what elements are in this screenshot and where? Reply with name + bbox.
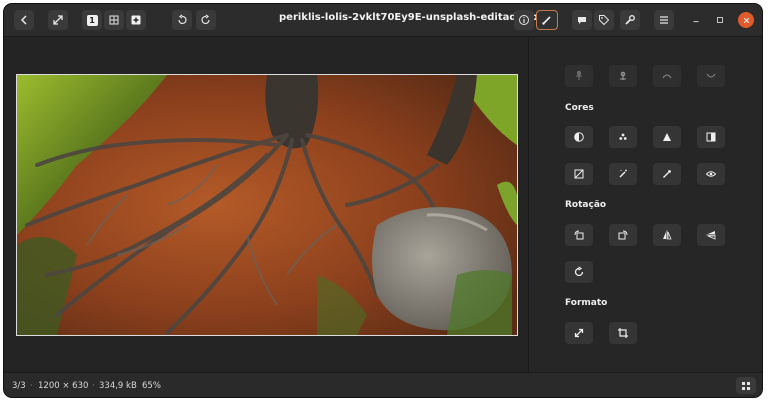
brush-icon xyxy=(542,16,551,25)
sharpen-button[interactable] xyxy=(653,126,681,148)
grid-view-icon xyxy=(742,381,750,390)
close-button[interactable] xyxy=(738,12,754,28)
color-picker-button[interactable] xyxy=(653,163,681,185)
grid-icon xyxy=(109,15,119,25)
rotate-reset-button[interactable] xyxy=(565,261,593,283)
rotate-cw-icon xyxy=(574,266,584,277)
tag-icon xyxy=(599,15,610,26)
info-button[interactable] xyxy=(514,10,534,30)
edit-sidebar: Cores Rotação Formato xyxy=(529,37,762,372)
header-bar: 1 periklis-lolis-2vklt70Ey9E-unsplash-ed… xyxy=(4,4,762,37)
status-bar: 3/3 · 1200 × 630 · 334,9 kB 65% xyxy=(4,372,762,397)
curve-down-icon xyxy=(706,73,716,78)
info-icon xyxy=(519,15,529,25)
tools-button[interactable] xyxy=(620,10,640,30)
flip-horizontal-icon xyxy=(620,71,626,80)
levels-icon xyxy=(706,132,716,142)
rotate-right-tool-icon xyxy=(618,230,628,240)
maximize-button[interactable] xyxy=(712,12,728,28)
red-eye-button[interactable] xyxy=(697,163,725,185)
page-3-button[interactable] xyxy=(126,10,146,30)
saturation-button[interactable] xyxy=(609,126,637,148)
rotate-left-tool-button[interactable] xyxy=(565,224,593,246)
auto-enhance-button[interactable] xyxy=(609,163,637,185)
minimize-button[interactable] xyxy=(688,12,704,28)
section-format: Formato xyxy=(565,298,608,308)
curve-up-button[interactable] xyxy=(653,65,681,87)
section-colors: Cores xyxy=(565,103,594,113)
expand-icon xyxy=(53,15,63,25)
image-canvas[interactable] xyxy=(4,37,528,372)
page-2-button[interactable] xyxy=(104,10,124,30)
rotate-right-button[interactable] xyxy=(196,10,216,30)
back-button[interactable] xyxy=(14,10,34,30)
exposure-button[interactable] xyxy=(565,163,593,185)
resize-button[interactable] xyxy=(565,322,593,344)
mirror-vertical-icon xyxy=(706,231,716,240)
app-window: 1 periklis-lolis-2vklt70Ey9E-unsplash-ed… xyxy=(4,4,762,397)
mirror-horizontal-icon xyxy=(663,230,672,240)
contrast-icon xyxy=(574,132,584,142)
rotate-right-icon xyxy=(201,14,210,24)
rotate-left-tool-icon xyxy=(574,230,584,240)
maximize-icon xyxy=(717,17,723,23)
image-position: 3/3 xyxy=(12,381,26,391)
minimize-icon xyxy=(693,21,699,23)
chevron-left-icon xyxy=(20,15,27,25)
hamburger-icon xyxy=(660,16,668,24)
magic-wand-icon xyxy=(619,169,627,178)
eye-icon xyxy=(705,171,717,177)
zoom-level[interactable]: 65% xyxy=(142,381,161,391)
resize-icon xyxy=(574,328,584,338)
menu-button[interactable] xyxy=(654,10,674,30)
crop-button[interactable] xyxy=(609,322,637,344)
triangle-icon xyxy=(663,133,671,141)
image-dimensions: 1200 × 630 xyxy=(38,381,89,391)
curve-up-icon xyxy=(662,74,672,79)
tag-button[interactable] xyxy=(594,10,614,30)
separator-dot: · xyxy=(30,381,33,391)
section-rotation: Rotação xyxy=(565,200,607,210)
flip-vertical-icon xyxy=(576,71,582,80)
edit-button[interactable] xyxy=(536,10,558,30)
crop-icon xyxy=(618,328,628,338)
window-title: periklis-lolis-2vklt70Ey9E-unsplash-edit… xyxy=(279,12,545,23)
contrast-button[interactable] xyxy=(565,126,593,148)
add-box-icon xyxy=(131,15,141,25)
dots-icon xyxy=(619,133,627,140)
levels-button[interactable] xyxy=(697,126,725,148)
file-size: 334,9 kB xyxy=(99,381,137,391)
rotate-left-icon xyxy=(178,14,187,24)
flip-vertical-button[interactable] xyxy=(565,65,593,87)
comment-icon xyxy=(578,17,586,24)
forest-roots-photo xyxy=(17,75,517,335)
comment-button[interactable] xyxy=(572,10,592,30)
photo-preview[interactable] xyxy=(16,74,518,336)
close-icon xyxy=(743,17,749,23)
separator-dot: · xyxy=(92,381,95,391)
rotate-left-button[interactable] xyxy=(172,10,192,30)
rotate-right-tool-button[interactable] xyxy=(609,224,637,246)
page-1-button[interactable]: 1 xyxy=(82,10,102,30)
page-1-label: 1 xyxy=(86,14,98,26)
wrench-icon xyxy=(625,15,635,25)
flip-horizontal-button[interactable] xyxy=(609,65,637,87)
mirror-vertical-button[interactable] xyxy=(697,224,725,246)
curve-down-button[interactable] xyxy=(697,65,725,87)
exposure-icon xyxy=(574,169,584,179)
fullscreen-button[interactable] xyxy=(48,10,68,30)
eyedropper-icon xyxy=(663,170,671,178)
gallery-grid-button[interactable] xyxy=(736,377,756,394)
mirror-horizontal-button[interactable] xyxy=(653,224,681,246)
